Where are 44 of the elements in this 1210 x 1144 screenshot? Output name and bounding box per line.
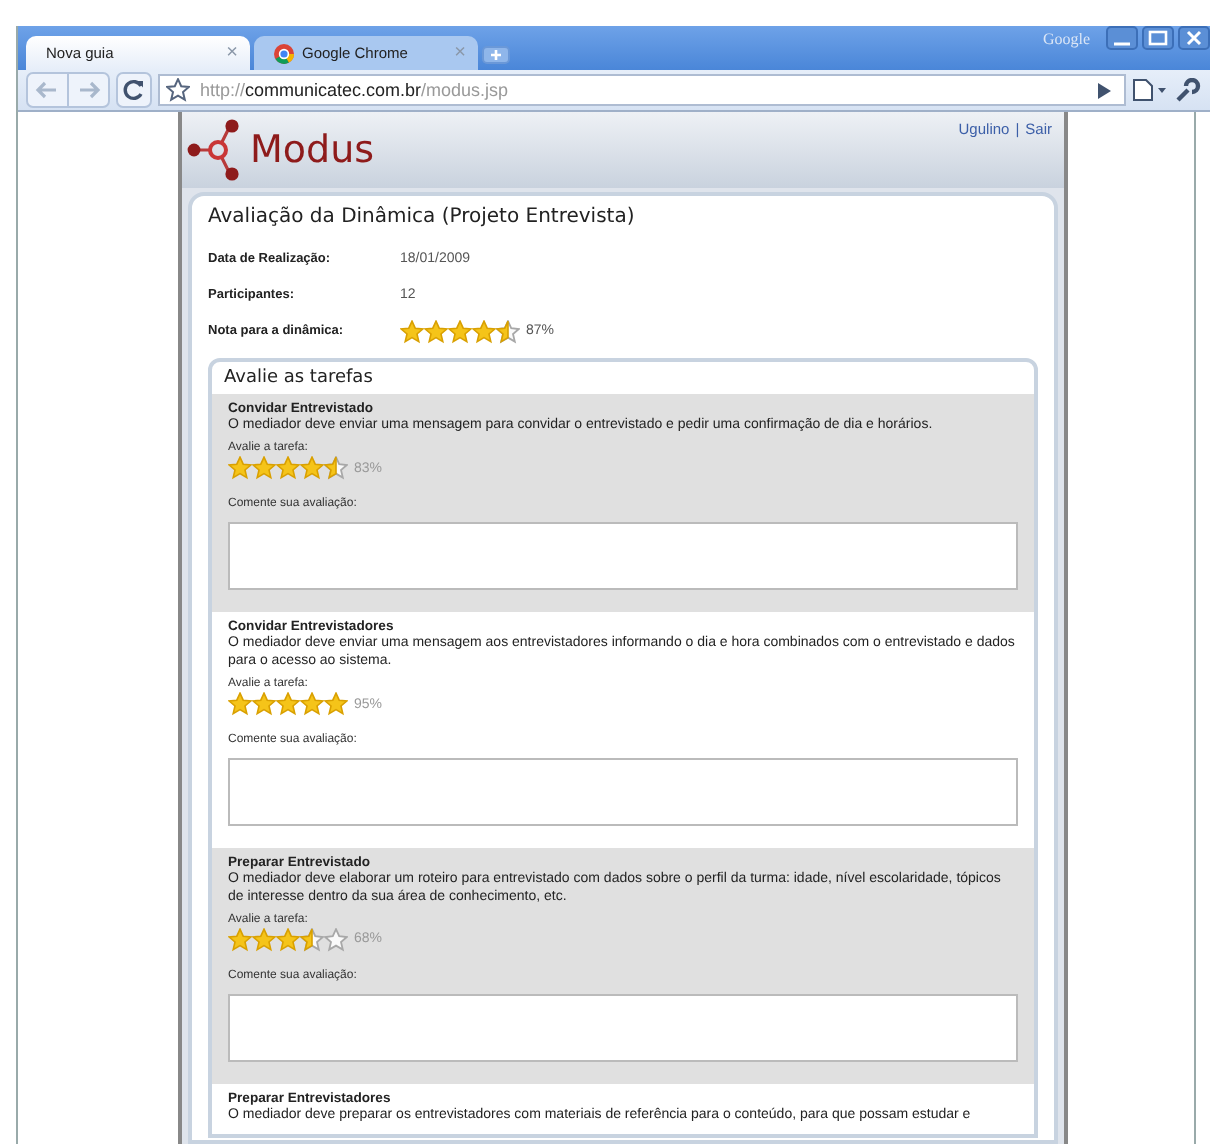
- maximize-button[interactable]: [1142, 26, 1174, 50]
- star-icon: [400, 319, 424, 343]
- new-tab-button[interactable]: [482, 46, 510, 64]
- page-title: Avaliação da Dinâmica (Projeto Entrevista): [208, 206, 637, 228]
- comment-field[interactable]: [228, 993, 1018, 1062]
- star-icon: [228, 927, 252, 952]
- star-rating[interactable]: [400, 319, 520, 343]
- star-rating[interactable]: [228, 456, 348, 481]
- star-rating[interactable]: [228, 692, 348, 717]
- star-icon: [300, 692, 324, 717]
- star-icon: [472, 319, 496, 343]
- star-icon: [496, 319, 520, 343]
- close-button[interactable]: [1178, 26, 1210, 50]
- minimize-button[interactable]: [1106, 26, 1138, 50]
- site-logo: Modus: [250, 128, 375, 172]
- panel-title: Avalie as tarefas: [222, 368, 375, 392]
- star-icon: [228, 692, 252, 717]
- google-wordmark: Google: [1042, 30, 1090, 48]
- close-tab-button[interactable]: ×: [226, 43, 238, 63]
- url-text: http://communicatec.com.br/modus.jsp: [200, 80, 509, 100]
- chrome-logo-icon: [274, 43, 294, 63]
- star-icon: [300, 927, 324, 952]
- star-icon: [276, 692, 300, 717]
- star-icon: [300, 456, 324, 481]
- star-icon: [448, 319, 472, 343]
- star-icon[interactable]: [166, 78, 190, 102]
- comment-field[interactable]: [228, 758, 1018, 827]
- star-icon: [252, 692, 276, 717]
- star-rating[interactable]: [228, 927, 348, 952]
- page-menu-icon[interactable]: [1132, 78, 1168, 102]
- star-icon: [324, 692, 348, 717]
- reload-button[interactable]: [116, 72, 152, 108]
- star-icon: [424, 319, 448, 343]
- star-icon: [276, 927, 300, 952]
- address-bar[interactable]: http://communicatec.com.br/modus.jsp: [158, 74, 1126, 106]
- play-icon[interactable]: [1096, 81, 1112, 99]
- wrench-icon[interactable]: [1174, 78, 1202, 102]
- star-icon: [324, 456, 348, 481]
- comment-field[interactable]: [228, 522, 1018, 591]
- star-icon: [252, 927, 276, 952]
- star-icon: [324, 927, 348, 952]
- star-icon: [252, 456, 276, 481]
- star-icon: [276, 456, 300, 481]
- star-icon: [228, 456, 252, 481]
